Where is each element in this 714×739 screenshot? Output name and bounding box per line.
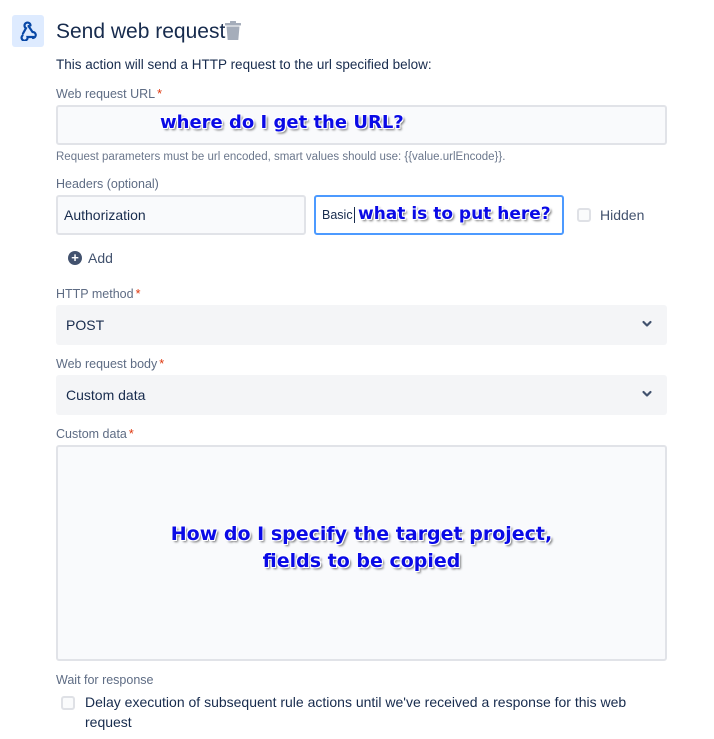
- page-title: Send web request: [56, 20, 226, 43]
- custom-data-label: Custom data *: [56, 427, 134, 441]
- url-label-text: Web request URL: [56, 87, 156, 101]
- header-value-input[interactable]: Basic what is to put here?: [314, 195, 564, 235]
- add-header-button[interactable]: + Add: [68, 250, 113, 266]
- send-web-request-panel: Send web request This action will send a…: [0, 0, 714, 739]
- http-method-select[interactable]: POST: [56, 305, 667, 345]
- body-label-text: Web request body: [56, 357, 158, 371]
- http-method-label: HTTP method *: [56, 287, 140, 301]
- chevron-down-icon: [642, 320, 652, 327]
- required-mark: *: [159, 357, 165, 371]
- delay-checkbox-label: Delay execution of subsequent rule actio…: [85, 694, 627, 730]
- body-select[interactable]: Custom data: [56, 375, 667, 415]
- custom-data-annotation: How do I specify the target project, fie…: [58, 521, 665, 575]
- wait-label: Wait for response: [56, 673, 154, 687]
- required-mark: *: [135, 287, 141, 301]
- http-method-label-text: HTTP method: [56, 287, 134, 301]
- action-description: This action will send a HTTP request to …: [56, 57, 432, 72]
- header-key-value: Authorization: [64, 207, 146, 223]
- text-caret: [353, 207, 355, 223]
- delay-checkbox[interactable]: [61, 696, 75, 710]
- add-circle-icon: +: [68, 251, 82, 265]
- header-value-annotation: what is to put here?: [358, 204, 551, 224]
- annotation-line-1: How do I specify the target project,: [170, 523, 553, 545]
- body-value: Custom data: [66, 387, 146, 403]
- required-mark: *: [128, 427, 134, 441]
- trash-icon[interactable]: [224, 21, 242, 41]
- url-input[interactable]: where do I get the URL?: [56, 105, 667, 145]
- url-annotation: where do I get the URL?: [160, 112, 404, 133]
- hidden-label: Hidden: [600, 207, 645, 223]
- body-label: Web request body *: [56, 357, 164, 371]
- chevron-down-icon: [642, 390, 652, 397]
- http-method-value: POST: [66, 317, 105, 333]
- url-label: Web request URL *: [56, 87, 162, 101]
- custom-data-textarea[interactable]: How do I specify the target project, fie…: [56, 445, 667, 661]
- add-label: Add: [88, 250, 113, 266]
- required-mark: *: [157, 87, 162, 101]
- annotation-line-2: fields to be copied: [262, 550, 461, 572]
- custom-data-label-text: Custom data: [56, 427, 127, 441]
- headers-label: Headers (optional): [56, 177, 159, 191]
- url-hint: Request parameters must be url encoded, …: [56, 151, 506, 163]
- header-value-text: Basic: [322, 208, 353, 222]
- webhook-icon: [12, 15, 44, 47]
- hidden-checkbox[interactable]: [577, 208, 591, 222]
- header-key-input[interactable]: Authorization: [56, 195, 306, 235]
